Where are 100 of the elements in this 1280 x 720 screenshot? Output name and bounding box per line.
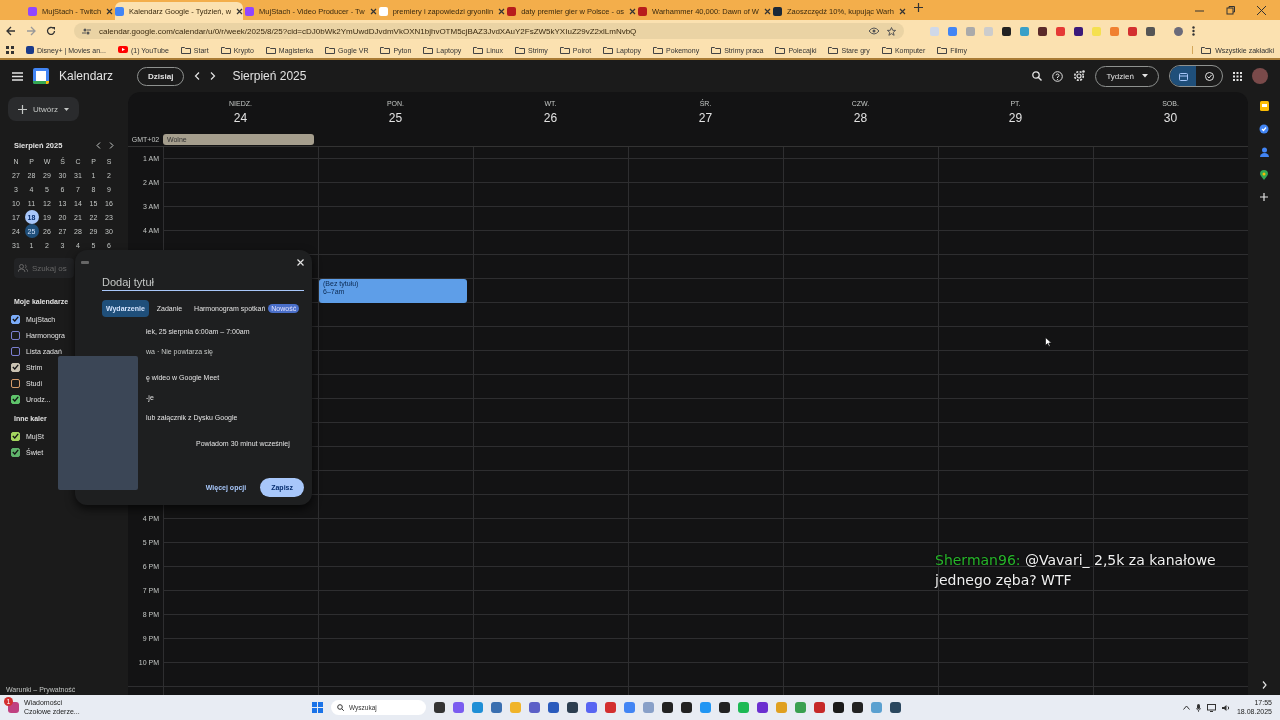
close-icon[interactable]: [498, 7, 506, 15]
checkbox[interactable]: [11, 330, 20, 340]
folder-icon: [473, 46, 484, 54]
checkbox[interactable]: [11, 362, 20, 372]
checkbox[interactable]: [11, 447, 20, 457]
favicon-icon: [507, 6, 517, 16]
folder-icon: [423, 46, 434, 54]
plus-icon: [18, 104, 27, 114]
taskbar-app-icon[interactable]: [662, 702, 673, 713]
profile-avatar[interactable]: [1174, 26, 1183, 36]
chevron-right-icon[interactable]: [1261, 681, 1267, 689]
day-number[interactable]: 24: [233, 110, 248, 125]
check-icon: [12, 396, 19, 402]
close-icon[interactable]: [629, 7, 637, 15]
folder-icon: [881, 46, 892, 54]
chat-message: Sherman96: @Vavari_ 2,5k za kanałowe jednego zęba? WTF: [935, 551, 1217, 590]
check-icon: [12, 364, 19, 370]
close-icon[interactable]: [369, 7, 377, 15]
check-icon: [12, 433, 19, 439]
period-title: Sierpień 2025: [232, 69, 307, 83]
check-icon: [12, 449, 19, 455]
day-number[interactable]: 29: [1008, 110, 1023, 125]
apps-grid-icon[interactable]: [1233, 71, 1242, 81]
checkbox[interactable]: [11, 431, 20, 441]
news-icon[interactable]: [8, 702, 19, 713]
folder-icon: [325, 46, 336, 54]
folder-icon: [711, 46, 722, 54]
checkbox[interactable]: [11, 378, 20, 388]
menu-dots-icon[interactable]: [1192, 26, 1195, 36]
day-number[interactable]: 28: [853, 110, 868, 125]
taskbar-app-icon[interactable]: [757, 702, 768, 713]
taskbar-app-icon[interactable]: [567, 702, 578, 713]
restore-icon[interactable]: [1226, 5, 1235, 15]
chevron-up-icon[interactable]: [1182, 705, 1190, 710]
day-number[interactable]: 30: [1163, 110, 1178, 125]
speaker-icon[interactable]: [1221, 703, 1231, 712]
taskbar-app-icon[interactable]: [719, 702, 730, 713]
day-number[interactable]: 25: [388, 110, 403, 125]
plus-icon[interactable]: [913, 3, 923, 12]
map-pin-icon[interactable]: [1260, 170, 1268, 180]
drag-handle[interactable]: [81, 260, 89, 264]
view-toggle[interactable]: [1170, 66, 1196, 86]
star-icon[interactable]: [887, 26, 896, 36]
folder-icon: [603, 46, 614, 54]
eye-icon[interactable]: [869, 27, 879, 35]
reload-icon[interactable]: [46, 26, 56, 36]
calendar-icon: [1178, 71, 1188, 81]
search-icon: [337, 704, 344, 711]
app-title: Kalendarz: [59, 69, 114, 83]
back-arrow-icon[interactable]: [6, 26, 16, 36]
person-icon[interactable]: [1259, 147, 1269, 157]
mouse-cursor-icon: [1045, 337, 1052, 347]
site-icon: [26, 46, 34, 54]
check-circle-icon: [1204, 71, 1214, 81]
close-icon[interactable]: [1257, 5, 1266, 15]
taskbar-app-icon[interactable]: [852, 702, 863, 713]
favicon-icon: [378, 6, 388, 16]
chevron-left-icon[interactable]: [194, 72, 201, 80]
calendar-logo-icon: [33, 68, 49, 84]
help-icon[interactable]: [1052, 70, 1064, 82]
folder-icon: [828, 46, 839, 54]
day-number[interactable]: 27: [698, 110, 713, 125]
account-avatar[interactable]: [1252, 68, 1268, 84]
address-bar[interactable]: calendar.google.com/calendar/u/0/r/week/2025/8/25?cid=cDJ0bWk2YmUwdDJvdmVkOXN1bjhvOTM5cjBAZ3JvdXAuY2FsZW5kYXIuZ29vZ2xlLmNvbQ: [74, 23, 904, 39]
taskbar-app-icon[interactable]: [434, 702, 445, 713]
menu-icon[interactable]: [12, 71, 23, 81]
search-icon[interactable]: [1032, 71, 1043, 81]
caret-icon: [1142, 74, 1148, 78]
microphone-icon[interactable]: [1195, 703, 1201, 712]
folder-icon: [265, 46, 276, 54]
taskbar-app-icon[interactable]: [890, 702, 901, 713]
taskbar-app-icon[interactable]: [833, 702, 844, 713]
checkbox[interactable]: [11, 394, 20, 404]
note-icon[interactable]: [1259, 101, 1269, 111]
favicon-icon: [772, 6, 782, 16]
close-icon[interactable]: [763, 7, 771, 15]
site-info-icon: [82, 26, 91, 36]
taskbar-app-icon[interactable]: [681, 702, 692, 713]
folder-icon: [1201, 46, 1212, 54]
checkbox[interactable]: [11, 314, 20, 324]
folder-icon: [515, 46, 525, 54]
favicon-icon: [115, 6, 125, 16]
close-icon[interactable]: [898, 7, 906, 15]
close-icon[interactable]: [106, 7, 114, 15]
folder-icon: [220, 46, 231, 54]
day-number[interactable]: 26: [543, 110, 558, 125]
folder-icon: [653, 46, 664, 54]
favicon-icon: [245, 6, 255, 16]
monitor-icon[interactable]: [1206, 703, 1216, 712]
apps-grid-icon[interactable]: [6, 46, 14, 54]
checkbox[interactable]: [11, 346, 20, 356]
play-icon: [117, 46, 128, 54]
tasks-icon[interactable]: [1259, 124, 1269, 134]
create-button[interactable]: Utwórz: [8, 97, 79, 121]
settings-icon[interactable]: [1073, 70, 1086, 82]
chevron-right-icon[interactable]: [210, 72, 217, 80]
check-icon: [12, 316, 19, 322]
title-field[interactable]: Dodaj tytuł: [102, 274, 304, 291]
start-icon[interactable]: [312, 702, 323, 713]
close-icon[interactable]: [236, 7, 244, 15]
